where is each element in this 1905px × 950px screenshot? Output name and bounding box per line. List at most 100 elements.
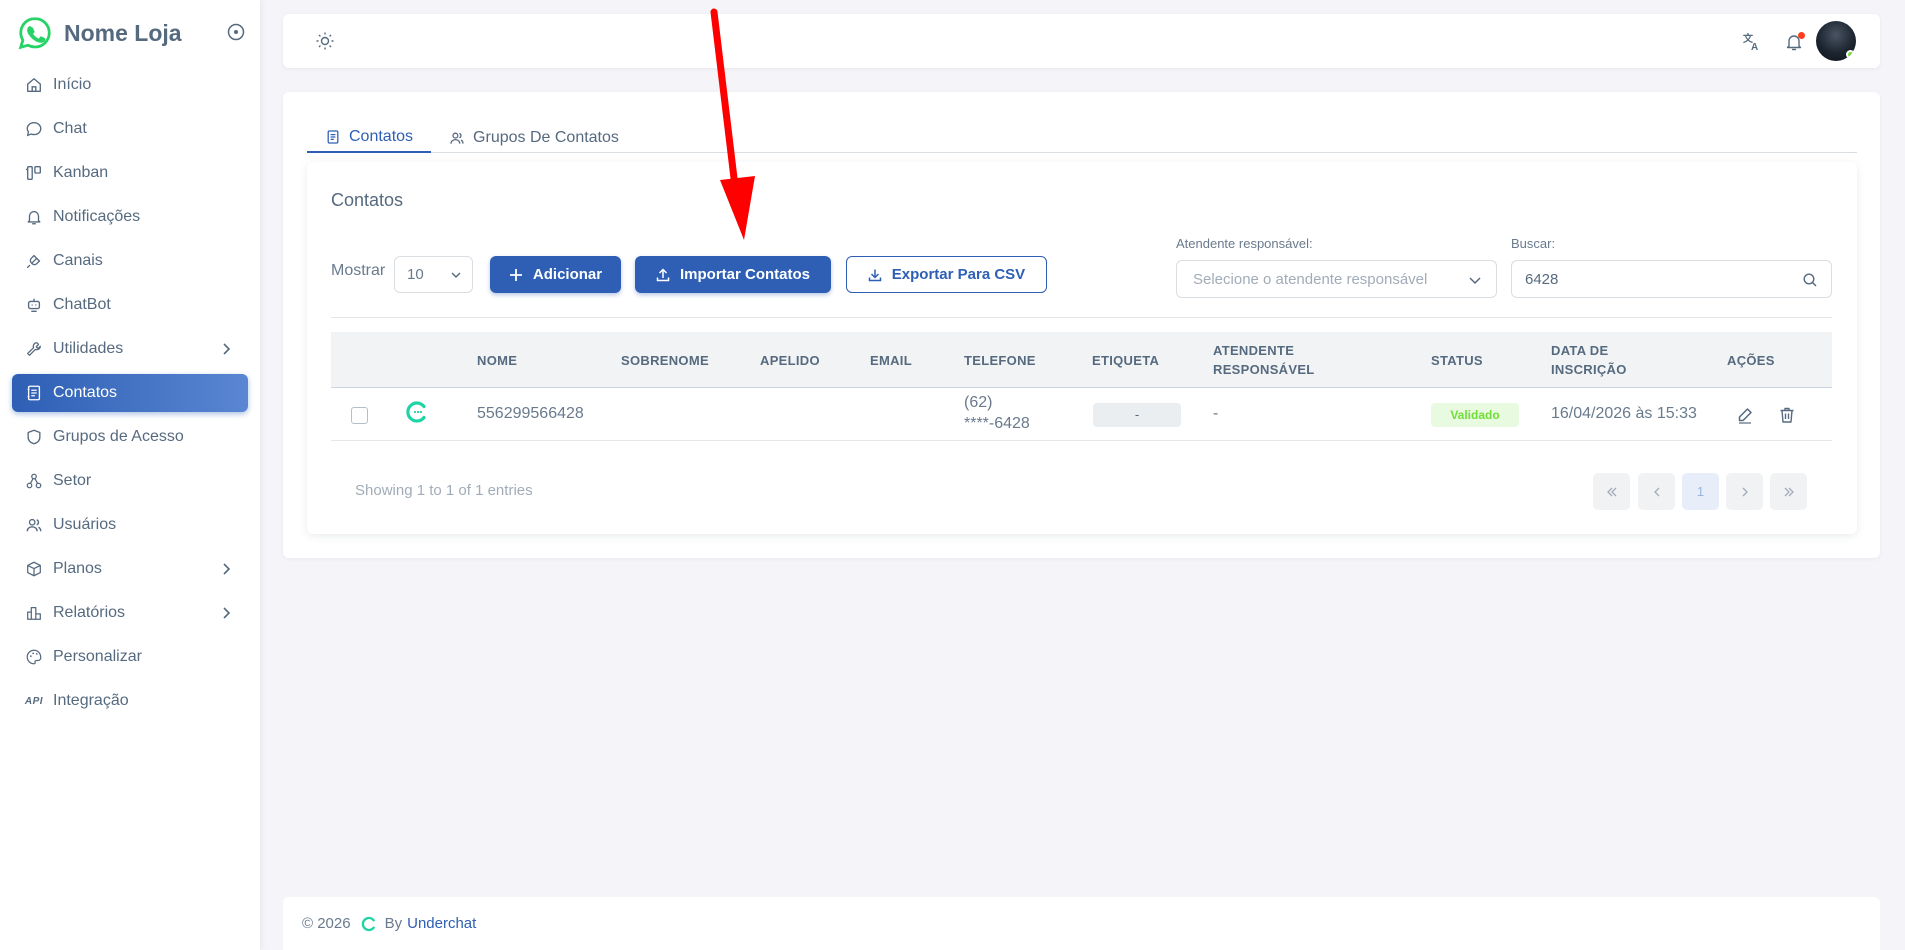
tabs: Contatos Grupos De Contatos — [307, 122, 1857, 153]
users-icon — [24, 515, 44, 535]
attendant-select[interactable]: Selecione o atendente responsável — [1176, 260, 1497, 298]
brand-name: Nome Loja — [64, 19, 182, 46]
col-header-acoes: Ações — [1727, 353, 1775, 368]
row-checkbox[interactable] — [351, 407, 368, 424]
cell-etiqueta: - — [1093, 403, 1181, 427]
sidebar-item-usuarios[interactable]: Usuários — [12, 506, 248, 544]
attendant-placeholder: Selecione o atendente responsável — [1193, 271, 1428, 288]
show-entries-label: Mostrar — [331, 262, 386, 279]
footer-copyright: © 2026 — [302, 915, 351, 932]
api-icon: API — [24, 695, 44, 707]
table-row: 556299566428 (62) ****-6428 - - Validado… — [331, 389, 1832, 441]
edit-icon[interactable] — [1735, 405, 1755, 425]
table-info: Showing 1 to 1 of 1 entries — [355, 482, 533, 499]
cell-nome: 556299566428 — [477, 405, 584, 422]
sidebar-item-label: Grupos de Acesso — [53, 428, 184, 445]
next-page-button[interactable] — [1726, 473, 1763, 510]
sidebar-item-label: Contatos — [53, 384, 118, 401]
notifications-bell[interactable] — [1784, 32, 1805, 52]
sidebar-item-label: Canais — [53, 252, 103, 269]
table-header: Nome Sobrenome Apelido Email Telefone Et… — [331, 332, 1832, 388]
sidebar-item-setor[interactable]: Setor — [12, 462, 248, 500]
sidebar-menu: Início Chat Kanban Notificações Canais C… — [0, 66, 260, 720]
page-size-value: 10 — [407, 266, 424, 283]
top-navbar: 文 A — [283, 14, 1880, 68]
sidebar-item-notificacoes[interactable]: Notificações — [12, 198, 248, 236]
cell-telefone-line1: (62) — [964, 394, 993, 411]
translate-icon[interactable]: 文 A — [1742, 32, 1762, 52]
cell-atendente: - — [1213, 405, 1219, 422]
sidebar-item-label: Notificações — [53, 208, 141, 225]
sidebar-item-inicio[interactable]: Início — [12, 66, 248, 104]
tab-label: Grupos De Contatos — [473, 128, 619, 146]
col-header-atendente[interactable]: Atendente Responsável — [1213, 341, 1333, 379]
menu-toggle-icon[interactable] — [226, 22, 246, 42]
col-header-data[interactable]: Data de Inscrição — [1551, 341, 1641, 379]
sidebar-item-label: Utilidades — [53, 340, 124, 357]
import-contacts-button[interactable]: Importar Contatos — [635, 256, 831, 293]
col-header-nome[interactable]: Nome — [477, 351, 517, 370]
card-title: Contatos — [331, 190, 404, 210]
tab-grupos-de-contatos[interactable]: Grupos De Contatos — [431, 122, 637, 153]
sidebar-item-personalizar[interactable]: Personalizar — [12, 638, 248, 676]
sidebar-item-relatorios[interactable]: Relatórios — [12, 594, 248, 632]
contacts-icon — [325, 129, 341, 145]
search-input[interactable] — [1511, 260, 1832, 298]
main-content: Contatos Grupos De Contatos Contatos Mos… — [283, 92, 1880, 558]
chevron-left-icon — [1653, 487, 1659, 496]
sidebar-item-planos[interactable]: Planos — [12, 550, 248, 588]
shield-icon — [24, 427, 44, 447]
add-contact-label: Adicionar — [532, 266, 603, 283]
sidebar-item-integracao[interactable]: API Integração — [12, 682, 248, 720]
add-contact-button[interactable]: Adicionar — [490, 256, 621, 293]
brand[interactable]: Nome Loja — [0, 0, 260, 66]
palette-icon — [24, 647, 44, 667]
tab-label: Contatos — [349, 127, 414, 145]
sun-icon[interactable] — [315, 31, 335, 51]
contacts-card: Contatos Mostrar 10 Adicionar Importar C… — [307, 162, 1857, 534]
col-header-email[interactable]: Email — [870, 351, 912, 370]
sidebar-item-contatos[interactable]: Contatos — [12, 374, 248, 412]
sidebar-item-label: Relatórios — [53, 604, 126, 621]
export-csv-button[interactable]: Exportar Para CSV — [846, 256, 1047, 293]
sidebar-item-label: ChatBot — [53, 296, 111, 313]
tab-contatos[interactable]: Contatos — [307, 122, 432, 153]
sidebar-item-kanban[interactable]: Kanban — [12, 154, 248, 192]
sidebar-item-chat[interactable]: Chat — [12, 110, 248, 148]
annotation-arrow — [710, 8, 755, 240]
chevron-right-icon — [223, 563, 231, 575]
contacts-icon — [24, 383, 44, 403]
col-header-telefone[interactable]: Telefone — [964, 351, 1036, 370]
footer-underchat-link[interactable]: Underchat — [407, 915, 476, 932]
upload-icon — [656, 267, 670, 282]
col-header-status[interactable]: Status — [1431, 351, 1483, 370]
search-icon[interactable] — [1802, 272, 1818, 288]
col-header-apelido[interactable]: Apelido — [760, 351, 820, 370]
trash-icon[interactable] — [1777, 405, 1797, 425]
last-page-button[interactable] — [1770, 473, 1807, 510]
col-header-etiqueta[interactable]: Etiqueta — [1092, 351, 1159, 370]
sidebar-item-label: Personalizar — [53, 648, 142, 665]
search-label: Buscar: — [1511, 236, 1556, 251]
user-avatar[interactable] — [1816, 21, 1856, 61]
page-button-1[interactable]: 1 — [1682, 473, 1719, 510]
svg-text:A: A — [1751, 42, 1758, 52]
double-chevron-left-icon — [1606, 487, 1616, 496]
plus-icon — [509, 268, 523, 282]
first-page-button[interactable] — [1593, 473, 1630, 510]
divider — [331, 317, 1832, 318]
chat-icon — [24, 119, 44, 139]
chevron-right-icon — [1742, 487, 1748, 496]
sitemap-icon — [24, 471, 44, 491]
tools-icon — [24, 339, 44, 359]
bar-chart-icon — [24, 603, 44, 623]
col-header-sobrenome[interactable]: Sobrenome — [621, 351, 709, 370]
sidebar-item-grupos-de-acesso[interactable]: Grupos de Acesso — [12, 418, 248, 456]
chevron-down-icon — [1469, 277, 1481, 285]
sidebar-item-chatbot[interactable]: ChatBot — [12, 286, 248, 324]
sidebar-item-utilidades[interactable]: Utilidades — [12, 330, 248, 368]
cell-telefone-line2: ****-6428 — [964, 415, 1030, 432]
page-size-select[interactable]: 10 — [394, 256, 473, 293]
prev-page-button[interactable] — [1638, 473, 1675, 510]
sidebar-item-canais[interactable]: Canais — [12, 242, 248, 280]
